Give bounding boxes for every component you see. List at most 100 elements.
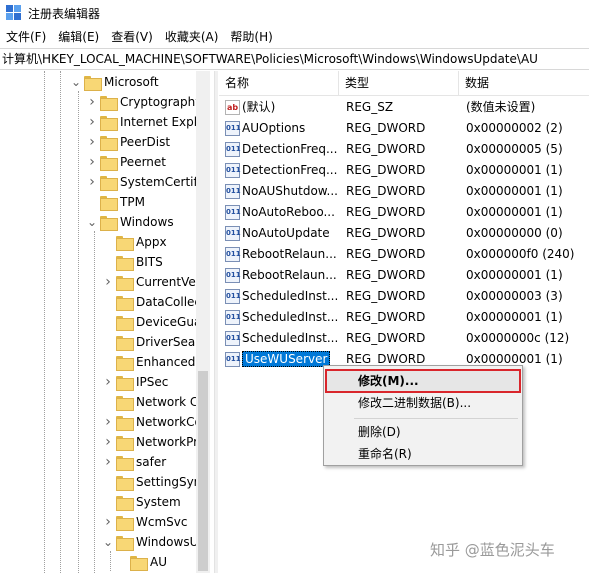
value-row[interactable]: 011 NoAutoUpdate REG_DWORD 0x00000000 (0) [219,223,589,244]
menu-favorites[interactable]: 收藏夹(A) [159,26,225,48]
value-row[interactable]: 011 ScheduledInst... REG_DWORD 0x0000000c (… [219,328,589,349]
tree-node[interactable]: EnhancedS [102,352,203,372]
tree-guide-line [94,231,95,573]
value-row[interactable]: ab (默认) REG_SZ (数值未设置) [219,97,589,118]
tree-vertical-scrollbar[interactable] [196,71,210,573]
collapse-chevron-icon[interactable]: › [102,432,114,452]
collapse-chevron-icon[interactable]: › [102,452,114,472]
tree-node-label: Network C [136,395,199,409]
value-row[interactable]: 011 RebootRelaun... REG_DWORD 0x000000f0 (2… [219,244,589,265]
tree-node-label: Peernet [120,155,166,169]
tree-scroll-thumb[interactable] [198,371,208,571]
dword-value-icon: 011 [225,142,241,157]
collapse-chevron-icon[interactable]: › [86,112,98,132]
folder-icon [116,315,134,331]
tree-node[interactable]: › WcmSvc [102,512,187,532]
collapse-chevron-icon[interactable]: › [102,272,114,292]
tree-node[interactable]: TPM [86,192,145,212]
value-row[interactable]: 011 DetectionFreq... REG_DWORD 0x00000005 (… [219,139,589,160]
menu-help[interactable]: 帮助(H) [224,26,278,48]
expand-chevron-icon[interactable]: ⌄ [86,212,98,232]
menu-view[interactable]: 查看(V) [105,26,159,48]
pane-splitter[interactable] [214,71,218,573]
tree-node[interactable]: › Cryptography [86,92,202,112]
menu-file[interactable]: 文件(F) [0,26,52,48]
value-data: 0x000000f0 (240) [466,247,575,261]
tree-node[interactable]: › CurrentVer [102,272,201,292]
column-header-data[interactable]: 数据 [459,71,589,96]
tree-node[interactable]: › IPSec [102,372,168,392]
value-type: REG_DWORD [346,163,426,177]
tree-node[interactable]: ⌄ Windows [86,212,174,232]
tree-node[interactable]: DriverSear [102,332,200,352]
column-header-type[interactable]: 类型 [339,71,459,96]
value-row[interactable]: 011 AUOptions REG_DWORD 0x00000002 (2) [219,118,589,139]
folder-icon [130,555,148,571]
address-path[interactable]: 计算机\HKEY_LOCAL_MACHINE\SOFTWARE\Policies… [0,49,589,69]
value-row[interactable]: 011 NoAutoReboo... REG_DWORD 0x00000001 (1) [219,202,589,223]
tree-node[interactable]: BITS [102,252,163,272]
value-type: REG_DWORD [346,247,426,261]
context-menu-modify-binary[interactable]: 修改二进制数据(B)... [324,392,522,414]
value-row[interactable]: 011 NoAUShutdow... REG_DWORD 0x00000001 (1) [219,181,589,202]
tree-node[interactable]: › NetworkCo [102,412,202,432]
tree-node[interactable]: › Peernet [86,152,166,172]
tree-node[interactable]: DataCollec [102,292,201,312]
selected-value-name[interactable]: UseWUServer [242,351,331,367]
column-header-name[interactable]: 名称 [219,71,339,96]
expand-chevron-icon[interactable]: ⌄ [102,532,114,552]
tree-node-label: NetworkCo [136,415,202,429]
dword-value-icon: 011 [225,289,241,304]
tree-node-label: Cryptography [120,95,203,109]
tree-node[interactable]: › NetworkPr [102,432,198,452]
tree-node-label: TPM [120,195,145,209]
collapse-chevron-icon[interactable]: › [102,512,114,532]
context-menu-modify[interactable]: 修改(M)... [325,369,521,393]
dword-value-icon: 011 [225,247,241,262]
tree-node[interactable]: SettingSyn [102,472,201,492]
tree-node[interactable]: AU [116,552,167,572]
tree-node[interactable]: Appx [102,232,167,252]
tree-node[interactable]: › PeerDist [86,132,170,152]
tree-node[interactable]: ⌄ Microsoft [70,72,159,92]
tree-node[interactable]: System [102,492,181,512]
address-bar[interactable]: 计算机\HKEY_LOCAL_MACHINE\SOFTWARE\Policies… [0,48,589,70]
watermark-text: 知乎 @蓝色泥头车 [430,541,555,559]
tree-node-label: BITS [136,255,163,269]
tree-node[interactable]: ⌄ WindowsU [102,532,198,552]
collapse-chevron-icon[interactable]: › [102,412,114,432]
tree-node[interactable]: Network C [102,392,198,412]
value-type: REG_DWORD [346,289,426,303]
dword-value-icon: 011 [225,331,241,346]
tree-node[interactable]: › safer [102,452,166,472]
menu-edit[interactable]: 编辑(E) [52,26,105,48]
collapse-chevron-icon[interactable]: › [86,132,98,152]
value-row[interactable]: 011 ScheduledInst... REG_DWORD 0x00000001 (… [219,307,589,328]
value-type: REG_DWORD [346,184,426,198]
folder-icon [116,435,134,451]
collapse-chevron-icon[interactable]: › [86,172,98,192]
dword-value-icon: 011 [225,205,241,220]
context-menu-rename[interactable]: 重命名(R) [324,443,522,465]
tree-node[interactable]: › Internet Explo [86,112,204,132]
value-name: NoAutoReboo... [242,205,335,219]
value-row[interactable]: 011 ScheduledInst... REG_DWORD 0x00000003 (… [219,286,589,307]
value-name: NoAUShutdow... [242,184,338,198]
value-row[interactable]: 011 DetectionFreq... REG_DWORD 0x00000001 (… [219,160,589,181]
value-row[interactable]: 011 RebootRelaun... REG_DWORD 0x00000001 (1… [219,265,589,286]
dword-value-icon: 011 [225,268,241,283]
collapse-chevron-icon[interactable]: › [86,152,98,172]
collapse-chevron-icon[interactable]: › [102,372,114,392]
value-name: DetectionFreq... [242,142,338,156]
folder-icon [116,395,134,411]
value-name: ScheduledInst... [242,331,339,345]
expand-chevron-icon[interactable]: ⌄ [70,72,82,92]
folder-icon [116,355,134,371]
tree-node[interactable]: DeviceGua [102,312,201,332]
collapse-chevron-icon[interactable]: › [86,92,98,112]
tree-node[interactable]: › SystemCertific [86,172,208,192]
context-menu-delete[interactable]: 删除(D) [324,421,522,443]
